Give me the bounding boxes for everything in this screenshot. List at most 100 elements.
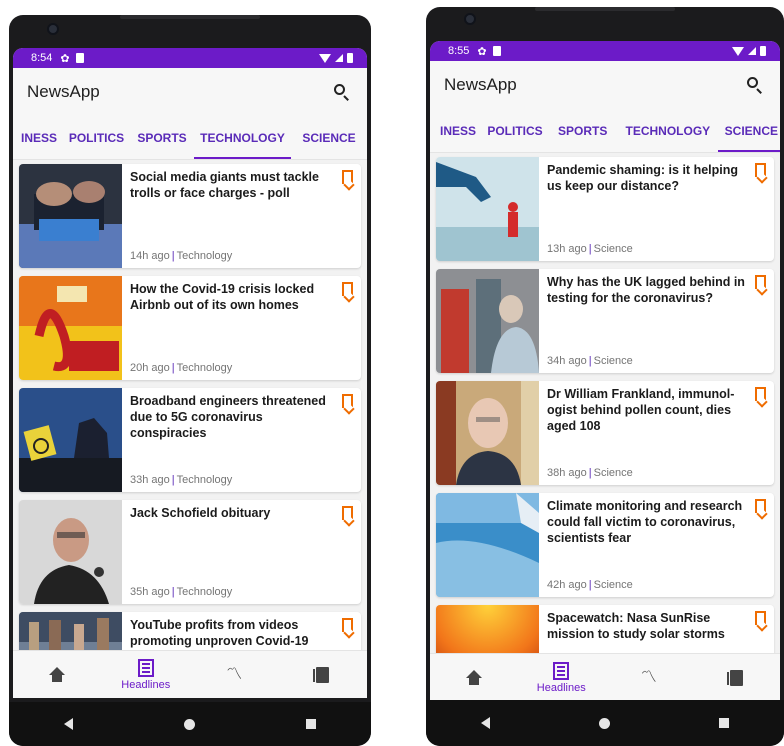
article-card[interactable]: Why has the UK lagged behind in testing … (436, 269, 774, 373)
article-age: 13h ago (547, 243, 587, 255)
article-category: Technology (176, 250, 233, 262)
nav-home[interactable] (22, 653, 92, 697)
article-card[interactable]: Spacewatch: Nasa SunRise mission to stud… (436, 605, 774, 653)
article-body: Spacewatch: Nasa SunRise mission to stud… (539, 605, 774, 653)
article-card[interactable]: Social media giants must tackle trolls o… (19, 164, 361, 268)
settings-icon: ✿ (477, 45, 487, 58)
article-body: Dr William Frankland, immunol-ogist behi… (539, 381, 774, 485)
article-age: 38h ago (547, 467, 587, 479)
meta-separator: | (588, 355, 592, 367)
tab-business[interactable]: INESS (13, 116, 63, 159)
nav-saved[interactable] (701, 656, 771, 700)
bookmark-icon[interactable] (755, 611, 766, 625)
category-tabs: INESS POLITICS SPORTS TECHNOLOGY SCIENCE (13, 116, 367, 160)
article-thumbnail (436, 493, 539, 597)
article-card[interactable]: Pandemic shaming: is it helping us keep … (436, 157, 774, 261)
article-card[interactable]: YouTube profits from videos promoting un… (19, 612, 361, 650)
meta-separator: | (171, 474, 175, 486)
article-body: Climate monitoring and research could fa… (539, 493, 774, 597)
wifi-icon (319, 53, 331, 63)
article-thumbnail (19, 500, 122, 604)
front-camera (464, 13, 476, 25)
article-headline: Pandemic shaming: is it helping us keep … (547, 163, 739, 193)
article-meta: 38h ago | Science (547, 467, 633, 479)
nav-saved[interactable] (288, 653, 358, 697)
article-headline: Spacewatch: Nasa SunRise mission to stud… (547, 611, 725, 641)
article-card[interactable]: Dr William Frankland, immunol-ogist behi… (436, 381, 774, 485)
tab-science[interactable]: SCIENCE (291, 116, 367, 159)
article-headline: Dr William Frankland, immunol-ogist behi… (547, 387, 735, 433)
system-navigation-bar (9, 702, 371, 746)
system-home-icon[interactable] (598, 717, 610, 729)
article-headline: How the Covid-19 crisis locked Airbnb ou… (130, 282, 315, 312)
system-home-icon[interactable] (183, 718, 195, 730)
article-body: Pandemic shaming: is it helping us keep … (539, 157, 774, 261)
bookmark-icon[interactable] (342, 282, 353, 296)
category-tabs: INESS POLITICS SPORTS TECHNOLOGY SCIENCE (430, 109, 780, 153)
nav-headlines[interactable]: Headlines (526, 656, 596, 700)
tab-politics[interactable]: POLITICS (482, 109, 548, 152)
search-icon[interactable] (744, 74, 766, 96)
article-body: Broadband engineers threatened due to 5G… (122, 388, 361, 492)
bookmark-icon[interactable] (342, 394, 353, 408)
nav-trending[interactable]: 〽 (614, 656, 684, 700)
bookmark-icon[interactable] (342, 170, 353, 184)
tab-technology[interactable]: TECHNOLOGY (617, 109, 718, 152)
article-meta: 34h ago | Science (547, 355, 633, 367)
bookmark-icon[interactable] (755, 499, 766, 513)
nav-home[interactable] (439, 656, 509, 700)
nav-trending[interactable]: 〽 (199, 653, 269, 697)
article-age: 34h ago (547, 355, 587, 367)
article-card[interactable]: How the Covid-19 crisis locked Airbnb ou… (19, 276, 361, 380)
back-icon[interactable] (480, 717, 490, 729)
bookmark-icon[interactable] (755, 275, 766, 289)
recents-icon[interactable] (719, 718, 730, 728)
tab-technology[interactable]: TECHNOLOGY (194, 116, 291, 159)
article-thumbnail (19, 388, 122, 492)
status-time: 8:54 (31, 52, 53, 64)
article-thumbnail (436, 269, 539, 373)
bookmark-icon[interactable] (342, 618, 353, 632)
screenshot-stage: 8:54 ✿ NewsApp INESS POLITICS SPORTS TEC… (0, 0, 784, 746)
article-headline: Climate monitoring and research could fa… (547, 499, 743, 545)
trending-icon: 〽 (226, 665, 243, 683)
nav-headlines-label: Headlines (536, 681, 586, 694)
recents-icon[interactable] (305, 719, 316, 729)
article-thumbnail (436, 605, 539, 653)
article-body: Social media giants must tackle trolls o… (122, 164, 361, 268)
tab-politics[interactable]: POLITICS (63, 116, 130, 159)
saved-icon (726, 669, 743, 686)
trending-icon: 〽 (640, 668, 657, 686)
article-age: 33h ago (130, 474, 170, 486)
article-headline: Social media giants must tackle trolls o… (130, 170, 319, 200)
article-category: Science (593, 579, 633, 591)
article-meta: 42h ago | Science (547, 579, 633, 591)
article-card[interactable]: Climate monitoring and research could fa… (436, 493, 774, 597)
article-body: YouTube profits from videos promoting un… (122, 612, 361, 650)
article-card[interactable]: Jack Schofield obituary 35h ago | Technolo… (19, 500, 361, 604)
meta-separator: | (171, 586, 175, 598)
article-category: Science (593, 467, 633, 479)
tab-science[interactable]: SCIENCE (718, 109, 780, 152)
search-icon[interactable] (331, 81, 353, 103)
wifi-icon (732, 46, 744, 56)
meta-separator: | (588, 579, 592, 591)
bookmark-icon[interactable] (342, 506, 353, 520)
bookmark-icon[interactable] (755, 387, 766, 401)
saved-icon (313, 666, 330, 683)
bookmark-icon[interactable] (755, 163, 766, 177)
bottom-navigation: Headlines 〽 (430, 653, 780, 701)
article-category: Technology (176, 586, 233, 598)
back-icon[interactable] (64, 718, 74, 730)
tab-sports[interactable]: SPORTS (548, 109, 617, 152)
status-bar: 8:55 ✿ (430, 41, 780, 61)
meta-separator: | (171, 250, 175, 262)
tab-sports[interactable]: SPORTS (130, 116, 194, 159)
home-icon (465, 669, 482, 685)
headlines-icon (553, 661, 570, 680)
nav-headlines[interactable]: Headlines (111, 653, 181, 697)
article-card[interactable]: Broadband engineers threatened due to 5G… (19, 388, 361, 492)
front-camera (47, 23, 59, 35)
article-thumbnail (19, 612, 122, 650)
tab-business[interactable]: INESS (430, 109, 482, 152)
